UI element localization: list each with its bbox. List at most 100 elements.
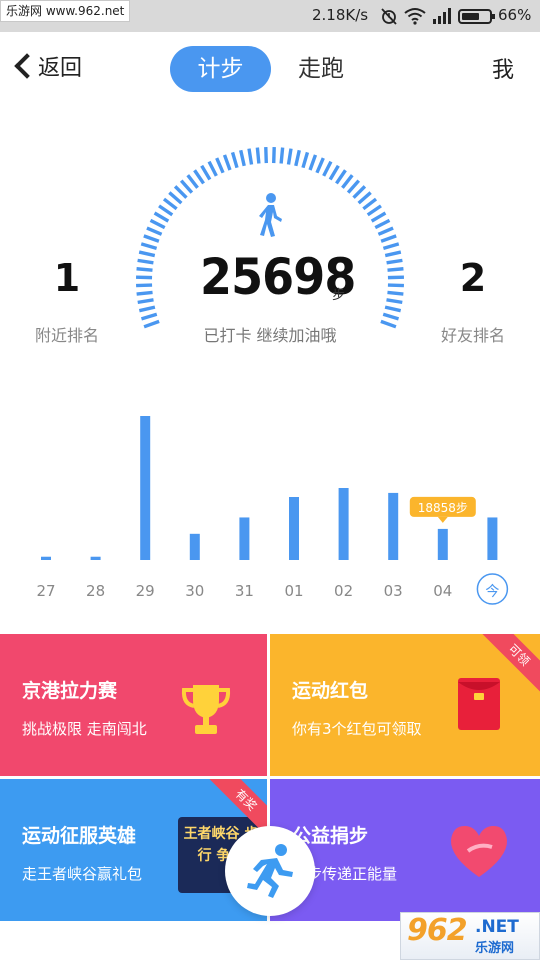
back-button[interactable]: 返回 [10,50,82,82]
chart-x-label: 04 [433,582,452,600]
gauge-tick [370,211,387,223]
chart-bar[interactable] [140,416,151,560]
gauge-tick [377,226,394,236]
chart-bar[interactable] [388,492,399,560]
steps-display: 25698 步 [190,248,356,308]
highlight-tooltip-pointer [437,516,448,523]
gauge-tick [335,169,347,185]
chart-bar[interactable] [189,533,200,560]
battery-percent: 66% [498,6,532,24]
heart-icon [450,825,508,877]
chart-bar[interactable] [487,517,498,560]
logo-number: 962 [407,913,468,948]
gauge-tick [255,147,261,164]
card-title: 京港拉力赛 [22,680,118,702]
gauge-tick [193,169,205,185]
logo-net: .NET [475,917,519,937]
gauge-tick [200,164,212,181]
gauge-tick [143,319,160,329]
gauge-tick [279,147,285,164]
gauge-tick [153,211,170,223]
gauge-tick [247,148,254,165]
gauge-tick [387,267,404,272]
card-title: 运动红包 [292,680,369,702]
gauge-tick [149,218,166,230]
gauge-tick [346,179,361,194]
alarm-off-icon [380,7,398,25]
gauge-tick [380,234,397,243]
gauge-tick [301,151,310,169]
wifi-icon [404,7,426,25]
gauge-tick [136,283,153,288]
gauge-tick [162,197,178,211]
gauge-tick [207,160,218,177]
gauge-tick [146,226,163,236]
chart-x-label: 02 [334,582,353,600]
start-run-button[interactable] [225,826,315,916]
card-hero-challenge[interactable]: 运动征服英雄 走王者峡谷赢礼包 王者峡谷 步行 争霸 有奖 [0,779,267,921]
chart-bar[interactable] [90,556,101,560]
status-bar: 乐游网 www.962.net 2.18K/s 66% [0,0,540,32]
gauge-tick [308,154,318,171]
daily-steps-chart: 27 28 29 30 31 01 02 03 04 18858步今 [36,416,509,605]
card-subtitle: 挑战极限 走南闯北 [22,720,147,738]
chart-x-label: 30 [185,582,204,600]
chart-x-label: 31 [235,582,254,600]
chevron-left-icon [14,53,40,79]
gauge-tick [362,197,378,211]
chart-bar[interactable] [437,528,448,560]
gauge-tick [384,250,402,258]
nearby-rank-label: 附近排名 [34,326,99,345]
card-subtitle: 你有3个红包可领取 [292,720,422,738]
card-charity-steps[interactable]: 公益捐步 脚步传递正能量 [270,779,540,921]
gauge-tick [380,319,397,329]
gauge-tick [352,185,367,199]
gauge-tick [328,164,340,181]
card-subtitle: 走王者峡谷赢礼包 [22,865,143,883]
gauge-tick [186,174,199,189]
friend-rank-value: 2 [459,256,487,300]
gauge-tick [215,157,225,174]
chart-bar[interactable] [338,488,349,560]
gauge-tick [137,258,154,265]
step-unit: 步 [332,288,346,303]
nearby-rank[interactable]: 1 附近排名 [12,256,122,346]
card-rally-race[interactable]: 京港拉力赛 挑战极限 走南闯北 [0,634,267,776]
gauge-tick [272,147,276,164]
chart-x-label: 03 [384,582,403,600]
signal-icon [432,7,452,25]
chart-bar[interactable] [289,497,299,560]
tab-step-count[interactable]: 计步 [170,46,271,92]
network-speed: 2.18K/s [312,6,369,24]
me-button[interactable]: 我 [492,52,514,84]
trophy-icon [181,685,231,734]
gauge-tick [173,185,188,199]
gauge-tick [357,191,372,205]
battery-icon [458,9,495,24]
gauge-tick [366,204,382,217]
chart-x-label: 29 [136,582,155,600]
gauge-tick [386,298,403,305]
logo-chinese: 乐游网 [475,941,515,956]
chart-x-label: 28 [86,582,105,600]
gauge-tick [239,149,246,167]
gauge-tick [137,298,154,305]
site-logo-watermark: 962 .NET 乐游网 [400,912,540,960]
friend-rank-label: 好友排名 [440,326,505,345]
card-title: 运动征服英雄 [22,825,137,847]
friend-rank[interactable]: 2 好友排名 [418,256,528,346]
gauge-tick [382,242,400,250]
chart-bar[interactable] [41,556,51,560]
gauge-tick [315,157,325,174]
card-red-envelope[interactable]: 运动红包 你有3个红包可领取 可领 [270,634,540,776]
gauge-tick [387,283,404,288]
gauge-tick [264,147,268,164]
back-label: 返回 [38,56,83,81]
site-watermark: 乐游网 www.962.net [0,0,131,22]
gauge-tick [230,151,239,169]
chart-x-label: 01 [284,582,303,600]
chart-x-label: 今 [485,584,499,600]
tab-walk-run[interactable]: 走跑 [286,46,356,92]
chart-bar[interactable] [239,517,250,560]
gauge-tick [136,267,153,272]
